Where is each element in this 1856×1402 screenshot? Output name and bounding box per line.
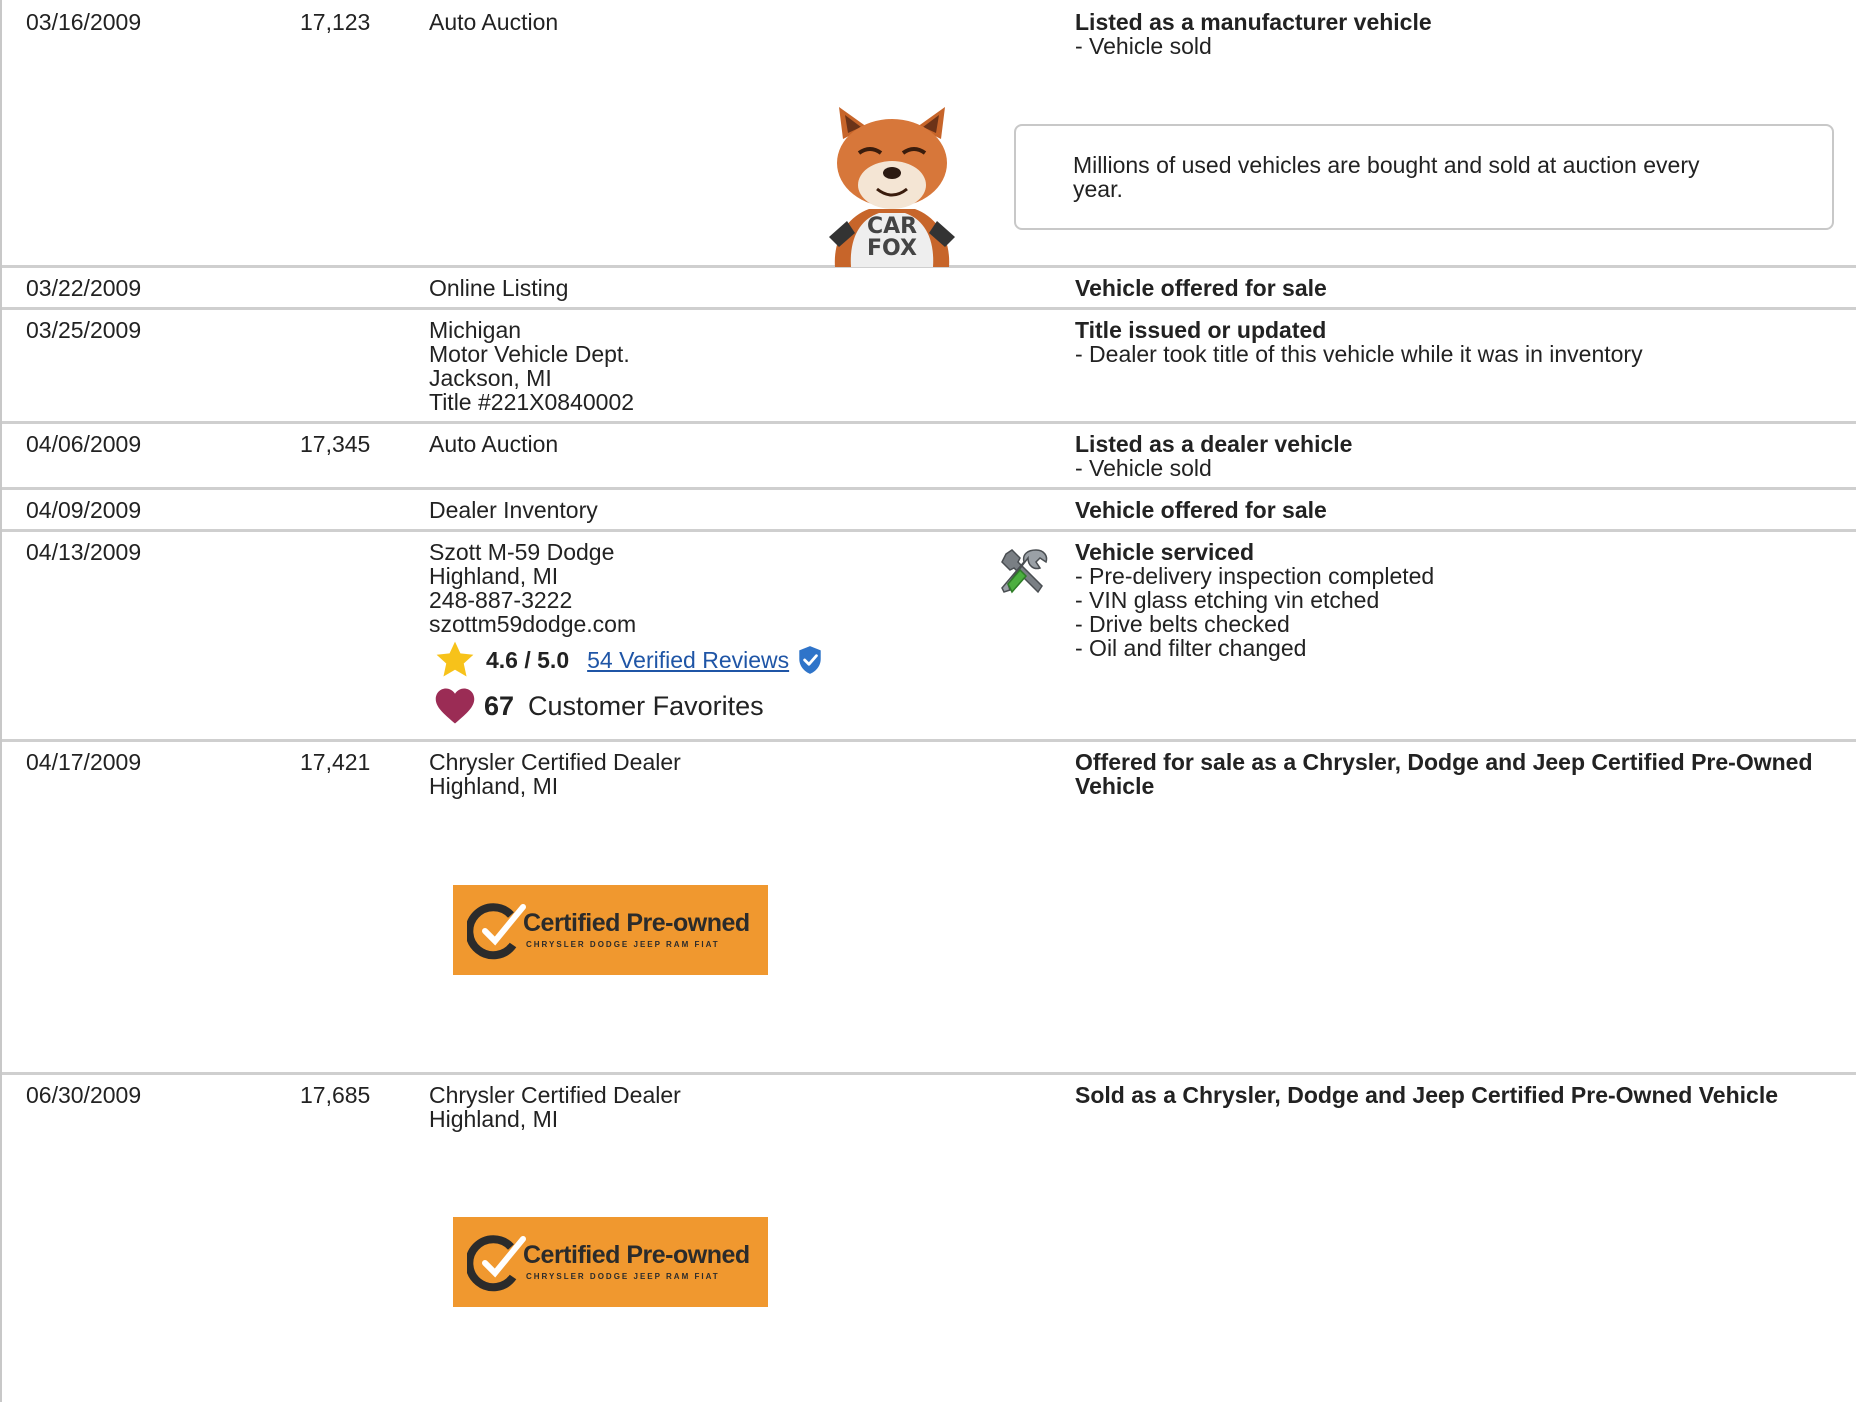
record-details: Vehicle offered for sale [1075, 498, 1838, 522]
record-date: 04/17/2009 [26, 749, 142, 775]
record-details: Sold as a Chrysler, Dodge and Jeep Certi… [1075, 1083, 1838, 1107]
source-line: Highland, MI [429, 1106, 559, 1132]
source-line: Dealer Inventory [429, 497, 598, 523]
record-details: Vehicle serviced - Pre-delivery inspecti… [1075, 540, 1838, 660]
record-source: Chrysler Certified Dealer Highland, MI [429, 1083, 681, 1131]
carfox-shirt-line2: FOX [867, 236, 917, 261]
cpo-title: Certified Pre-owned [523, 1241, 750, 1269]
cpo-subtitle: CHRYSLER DODGE JEEP RAM FIAT [526, 940, 720, 949]
record-source: Dealer Inventory [429, 498, 598, 522]
dealer-phone: 248-887-3222 [429, 587, 573, 613]
history-row: 03/16/2009 17,123 Auto Auction Listed as… [2, 0, 1856, 268]
record-details: Vehicle offered for sale [1075, 276, 1838, 300]
record-details: Offered for sale as a Chrysler, Dodge an… [1075, 750, 1838, 798]
detail-title: Sold as a Chrysler, Dodge and Jeep Certi… [1075, 1082, 1779, 1108]
detail-title: Vehicle serviced [1075, 539, 1255, 565]
source-line: Jackson, MI [429, 365, 552, 391]
record-details: Listed as a manufacturer vehicle - Vehic… [1075, 10, 1838, 58]
record-source: Online Listing [429, 276, 568, 300]
detail-title-continued: Vehicle [1075, 773, 1155, 799]
source-line: Auto Auction [429, 431, 559, 457]
detail-line: - Dealer took title of this vehicle whil… [1075, 341, 1643, 367]
record-details: Title issued or updated - Dealer took ti… [1075, 318, 1838, 366]
detail-line: - Vehicle sold [1075, 455, 1212, 481]
record-odometer: 17,123 [300, 9, 371, 35]
detail-title: Vehicle offered for sale [1075, 275, 1327, 301]
record-date: 04/06/2009 [26, 431, 142, 457]
dealer-name: Szott M-59 Dodge [429, 539, 615, 565]
history-row: 04/06/2009 17,345 Auto Auction Listed as… [2, 424, 1856, 490]
detail-line: - VIN glass etching vin etched [1075, 587, 1380, 613]
history-row: 03/22/2009 Online Listing Vehicle offere… [2, 268, 1856, 310]
carfox-tip-box: Millions of used vehicles are bought and… [1014, 124, 1834, 230]
favorites-count: 67 [484, 690, 515, 721]
star-icon [436, 641, 474, 677]
dealer-website: szottm59dodge.com [429, 611, 637, 637]
history-row: 04/09/2009 Dealer Inventory Vehicle offe… [2, 490, 1856, 532]
source-line: Auto Auction [429, 9, 559, 35]
record-date: 04/09/2009 [26, 497, 142, 523]
source-line: Online Listing [429, 275, 569, 301]
detail-line: - Drive belts checked [1075, 611, 1290, 637]
record-date: 03/16/2009 [26, 9, 142, 35]
record-date: 06/30/2009 [26, 1082, 142, 1108]
carfox-tip-text: Millions of used vehicles are bought and… [1073, 153, 1772, 201]
record-date: 03/22/2009 [26, 275, 142, 301]
certified-pre-owned-badge: Certified Pre-owned CHRYSLER DODGE JEEP … [453, 1217, 768, 1307]
source-line: Title #221X0840002 [429, 389, 635, 415]
record-source: Szott M-59 Dodge Highland, MI 248-887-32… [429, 540, 636, 636]
detail-title: Listed as a dealer vehicle [1075, 431, 1353, 457]
cpo-checkmark-logo [467, 1235, 526, 1292]
detail-title: Offered for sale as a Chrysler, Dodge an… [1075, 749, 1813, 775]
rating-score: 4.6 / 5.0 [486, 646, 570, 673]
dealer-location: Highland, MI [429, 563, 559, 589]
verified-reviews-link[interactable]: 54 Verified Reviews [587, 647, 789, 674]
cpo-title: Certified Pre-owned [523, 909, 750, 937]
cpo-subtitle: CHRYSLER DODGE JEEP RAM FIAT [526, 1272, 720, 1281]
cpo-checkmark-logo [467, 903, 526, 960]
record-date: 03/25/2009 [26, 317, 142, 343]
detail-line: - Oil and filter changed [1075, 635, 1307, 661]
record-source: Auto Auction [429, 10, 558, 34]
record-source: Michigan Motor Vehicle Dept. Jackson, MI… [429, 318, 634, 414]
certified-pre-owned-badge: Certified Pre-owned CHRYSLER DODGE JEEP … [453, 885, 768, 975]
service-wrench-icon [1001, 549, 1048, 594]
detail-title: Title issued or updated [1075, 317, 1327, 343]
record-date: 04/13/2009 [26, 539, 142, 565]
detail-title: Vehicle offered for sale [1075, 497, 1327, 523]
tip-line: Millions of used vehicles are bought and… [1073, 152, 1700, 178]
record-source: Auto Auction [429, 432, 558, 456]
record-details: Listed as a dealer vehicle - Vehicle sol… [1075, 432, 1838, 480]
record-odometer: 17,345 [300, 431, 371, 457]
record-odometer: 17,685 [300, 1082, 371, 1108]
source-line: Chrysler Certified Dealer [429, 1082, 681, 1108]
source-line: Chrysler Certified Dealer [429, 749, 681, 775]
record-odometer: 17,421 [300, 749, 371, 775]
detail-line: - Pre-delivery inspection completed [1075, 563, 1435, 589]
vehicle-history-table: 03/16/2009 17,123 Auto Auction Listed as… [0, 0, 1856, 1402]
detail-line: - Vehicle sold [1075, 33, 1212, 59]
source-line: Michigan [429, 317, 522, 343]
detail-title: Listed as a manufacturer vehicle [1075, 9, 1432, 35]
history-row: 04/17/2009 17,421 Chrysler Certified Dea… [2, 742, 1856, 1075]
source-line: Highland, MI [429, 773, 559, 799]
heart-icon [435, 688, 475, 724]
tip-line: year. [1073, 176, 1123, 202]
history-row: 03/25/2009 Michigan Motor Vehicle Dept. … [2, 310, 1856, 424]
record-source: Chrysler Certified Dealer Highland, MI [429, 750, 681, 798]
favorites-label: Customer Favorites [528, 690, 764, 721]
history-row: 04/13/2009 Szott M-59 Dodge Highland, MI… [2, 532, 1856, 742]
verified-shield-icon [799, 646, 821, 674]
history-row: 06/30/2009 17,685 Chrysler Certified Dea… [2, 1075, 1856, 1402]
source-line: Motor Vehicle Dept. [429, 341, 630, 367]
dealer-rating: 4.6 / 5.0 54 Verified Reviews [434, 638, 823, 682]
carfox-mascot-image: CAR FOX [829, 107, 955, 267]
customer-favorites: 67 Customer Favorites [434, 684, 764, 728]
